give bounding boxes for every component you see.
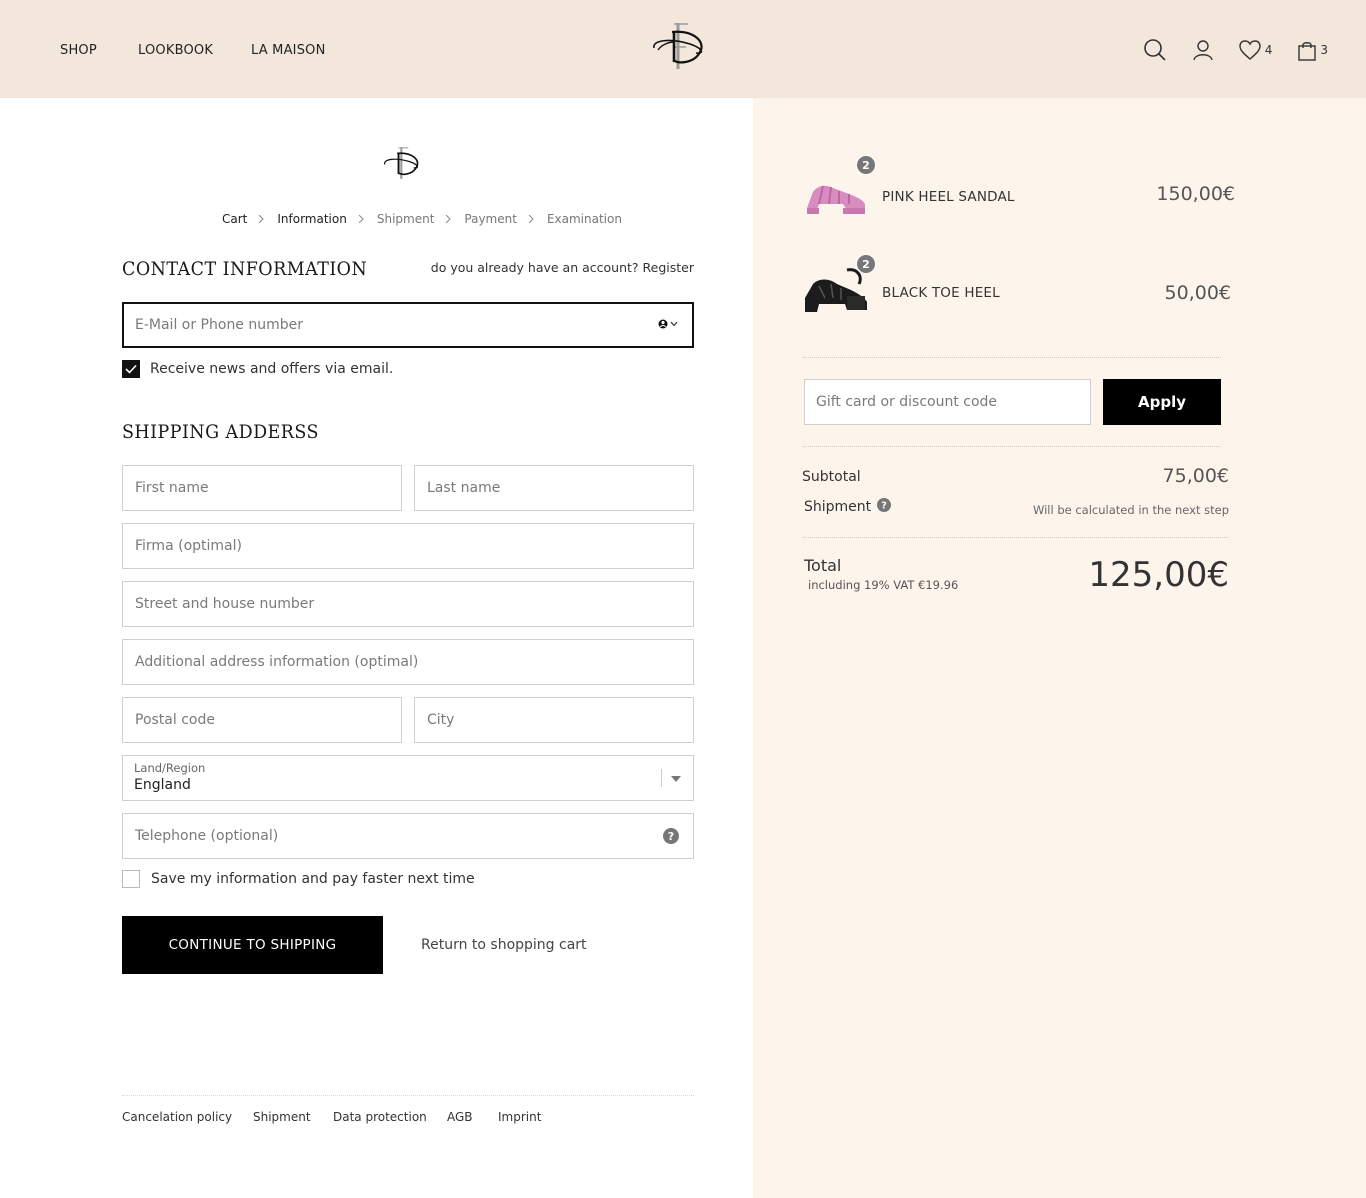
street-placeholder: Street and house number	[135, 596, 315, 612]
chevron-right-icon	[357, 215, 365, 223]
breadcrumb-information: Information	[277, 212, 347, 226]
last-name-placeholder: Last name	[427, 480, 501, 496]
footer-cancelation-policy[interactable]: Cancelation policy	[122, 1110, 253, 1124]
company-input[interactable]: Firma (optimal)	[122, 523, 694, 569]
chevron-right-icon	[444, 215, 452, 223]
wishlist-count: 4	[1264, 43, 1273, 57]
save-info-label: Save my information and pay faster next …	[151, 871, 475, 887]
country-value: England	[134, 777, 191, 793]
first-name-placeholder: First name	[135, 480, 209, 496]
footer-data-protection[interactable]: Data protection	[333, 1110, 447, 1124]
svg-text:?: ?	[881, 501, 887, 512]
quantity-badge: 2	[856, 254, 876, 274]
checkout-form-column: Cart Information Shipment Payment Examin…	[0, 98, 753, 1198]
contact-autofill-icon[interactable]	[658, 318, 680, 330]
shipment-row: Shipment ?	[804, 498, 892, 516]
footer-shipment[interactable]: Shipment	[253, 1110, 333, 1124]
discount-code-placeholder: Gift card or discount code	[816, 394, 998, 410]
header-actions: 4 3	[1117, 38, 1328, 62]
newsletter-checkbox[interactable]	[122, 360, 140, 378]
country-select[interactable]: Land/Region England	[122, 755, 694, 801]
cart-button[interactable]: 3	[1298, 40, 1328, 61]
total-label: Total	[804, 556, 842, 575]
newsletter-label: Receive news and offers via email.	[150, 361, 394, 377]
chevron-right-icon	[527, 215, 535, 223]
postal-code-input[interactable]: Postal code	[122, 697, 402, 743]
product-name: BLACK TOE HEEL	[882, 285, 1000, 301]
order-summary: 2 PINK HEEL SANDAL 150,00€ 2 BLACK TOE H…	[753, 98, 1366, 1198]
last-name-input[interactable]: Last name	[414, 465, 694, 511]
footer-links: Cancelation policy Shipment Data protect…	[122, 1110, 541, 1124]
newsletter-checkbox-row[interactable]: Receive news and offers via email.	[122, 360, 393, 378]
return-to-cart-link[interactable]: Return to shopping cart	[421, 937, 587, 953]
check-icon	[125, 364, 137, 374]
shipment-label: Shipment	[804, 499, 872, 515]
additional-address-input[interactable]: Additional address information (optimal)	[122, 639, 694, 685]
checkout-logo	[382, 144, 422, 182]
email-or-phone-input[interactable]: E-Mail or Phone number	[122, 302, 694, 348]
cart-count: 3	[1320, 43, 1328, 57]
total-vat-note: including 19% VAT €19.96	[808, 578, 959, 592]
discount-code-input[interactable]: Gift card or discount code	[804, 379, 1091, 425]
save-info-checkbox-row[interactable]: Save my information and pay faster next …	[122, 870, 475, 888]
cart-line-item: 2 BLACK TOE HEEL 50,00€	[803, 254, 1235, 318]
summary-divider	[803, 537, 1229, 538]
chevron-right-icon	[257, 215, 265, 223]
first-name-input[interactable]: First name	[122, 465, 402, 511]
cart-line-item: 2 PINK HEEL SANDAL 150,00€	[803, 155, 1235, 220]
subtotal-value: 75,00€	[1162, 465, 1229, 487]
quantity-badge: 2	[856, 155, 876, 175]
city-placeholder: City	[427, 712, 455, 728]
street-input[interactable]: Street and house number	[122, 581, 694, 627]
shipping-address-heading: SHIPPING ADDERSS	[122, 421, 319, 443]
telephone-placeholder: Telephone (optional)	[135, 828, 279, 844]
breadcrumb: Cart Information Shipment Payment Examin…	[222, 212, 622, 226]
wishlist-button[interactable]: 4	[1239, 40, 1273, 60]
additional-address-placeholder: Additional address information (optimal)	[135, 654, 419, 670]
caret-down-icon	[671, 776, 681, 782]
nav-lookbook[interactable]: LOOKBOOK	[138, 43, 251, 58]
help-icon[interactable]: ?	[877, 498, 892, 516]
footer-agb[interactable]: AGB	[447, 1110, 498, 1124]
breadcrumb-cart[interactable]: Cart	[222, 212, 247, 226]
shipment-value: Will be calculated in the next step	[1032, 503, 1229, 517]
breadcrumb-payment: Payment	[464, 212, 517, 226]
svg-text:?: ?	[668, 830, 674, 843]
telephone-input[interactable]: Telephone (optional) ?	[122, 813, 694, 859]
help-icon[interactable]: ?	[663, 828, 679, 849]
footer-divider	[122, 1095, 694, 1096]
account-icon[interactable]	[1193, 39, 1213, 61]
breadcrumb-examination: Examination	[546, 212, 622, 226]
heart-icon	[1239, 40, 1261, 60]
brand-logo[interactable]	[650, 20, 708, 72]
save-info-checkbox[interactable]	[122, 870, 140, 888]
main-nav: SHOP LOOKBOOK LA MAISON	[60, 43, 326, 58]
register-link[interactable]: do you already have an account? Register	[431, 260, 694, 275]
contact-information-heading: CONTACT INFORMATION	[122, 258, 368, 280]
country-label: Land/Region	[134, 761, 206, 775]
search-icon[interactable]	[1143, 38, 1167, 62]
shopping-bag-icon	[1298, 41, 1317, 61]
nav-la-maison[interactable]: LA MAISON	[251, 43, 326, 58]
apply-discount-button[interactable]: Apply	[1103, 379, 1221, 425]
summary-divider	[803, 357, 1221, 358]
continue-to-shipping-button[interactable]: CONTINUE TO SHIPPING	[122, 916, 383, 974]
product-price: 150,00€	[1156, 183, 1235, 205]
postal-code-placeholder: Postal code	[135, 712, 215, 728]
select-divider	[661, 769, 662, 787]
email-placeholder: E-Mail or Phone number	[135, 317, 304, 333]
subtotal-label: Subtotal	[802, 469, 861, 485]
product-name: PINK HEEL SANDAL	[882, 189, 1015, 205]
company-placeholder: Firma (optimal)	[135, 538, 242, 554]
nav-shop[interactable]: SHOP	[60, 43, 138, 58]
product-price: 50,00€	[1164, 282, 1231, 304]
top-header: SHOP LOOKBOOK LA MAISON 4 3	[0, 0, 1366, 98]
summary-divider	[803, 446, 1221, 447]
city-input[interactable]: City	[414, 697, 694, 743]
footer-imprint[interactable]: Imprint	[498, 1110, 541, 1124]
total-value: 125,00€	[1088, 555, 1229, 595]
breadcrumb-shipment: Shipment	[376, 212, 435, 226]
